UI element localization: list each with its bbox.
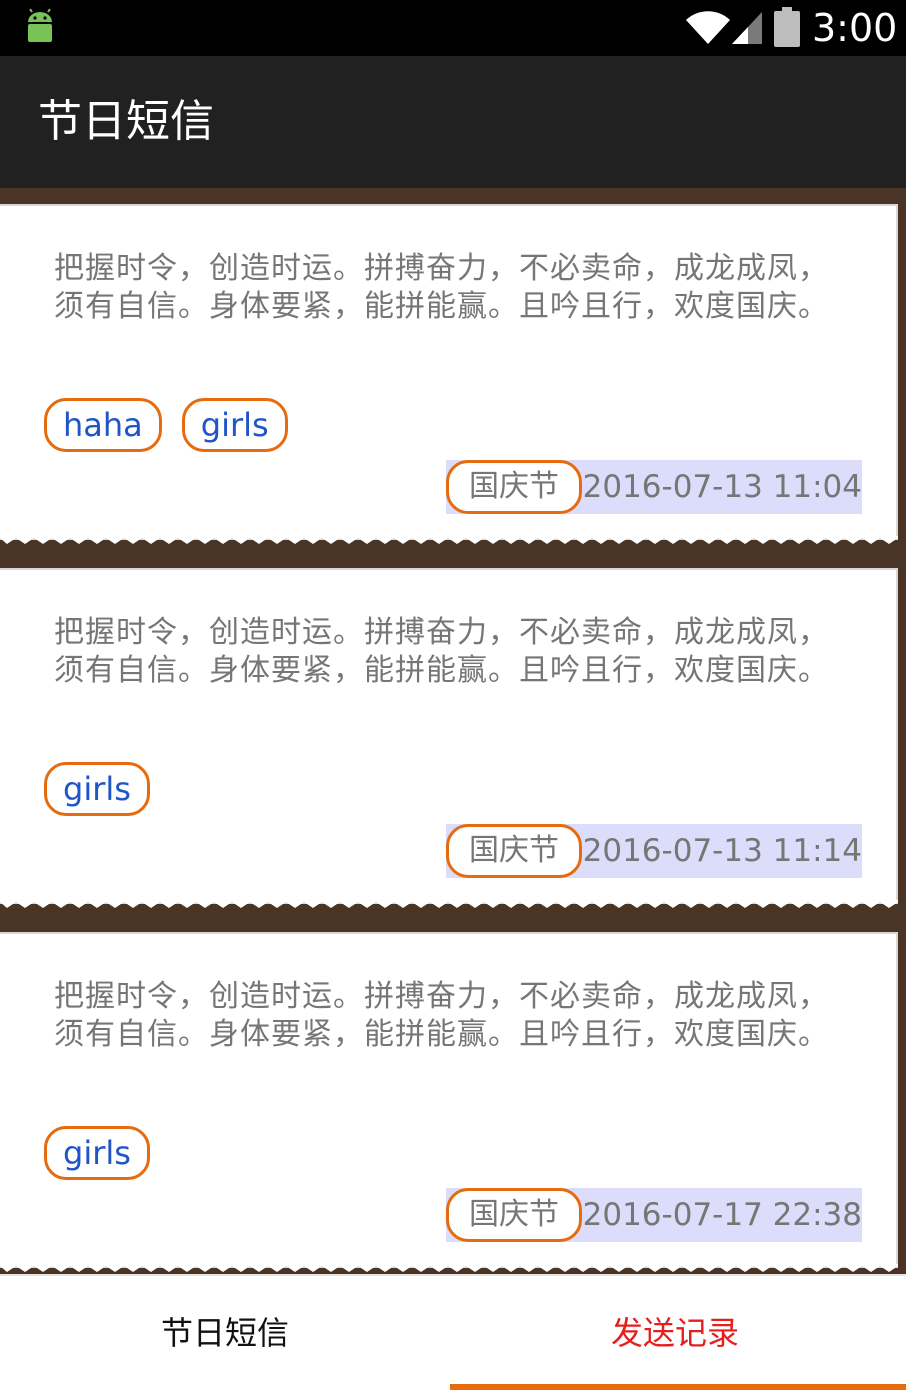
message-text: 把握时令，创造时运。拼搏奋力，不必卖命，成龙成凤，须有自信。身体要紧，能拼能赢。…: [54, 979, 829, 1052]
battery-icon: [774, 7, 800, 47]
tag-list: girls: [44, 762, 150, 816]
tag-chip[interactable]: girls: [44, 762, 150, 816]
category-badge: 国庆节: [446, 824, 582, 878]
zigzag-edge: [0, 900, 898, 908]
message-timestamp: 2016-07-13 11:04: [582, 469, 862, 505]
zigzag-edge: [0, 536, 898, 544]
bottom-tab-bar: 节日短信 发送记录: [0, 1274, 906, 1392]
tag-list: girls: [44, 1126, 150, 1180]
message-list[interactable]: 把握时令，创造时运。拼搏奋力，不必卖命，成龙成凤，须有自信。身体要紧，能拼能赢。…: [0, 188, 906, 1274]
tab-indicator: [450, 1384, 906, 1390]
tag-chip[interactable]: girls: [181, 398, 288, 452]
message-meta: 国庆节 2016-07-13 11:04: [446, 460, 862, 514]
signal-icon: [732, 12, 762, 44]
tag-list: haha girls: [44, 398, 288, 452]
message-meta: 国庆节 2016-07-13 11:14: [446, 824, 862, 878]
tab-send-history[interactable]: 发送记录: [450, 1276, 900, 1390]
wifi-icon: [686, 11, 730, 44]
message-card[interactable]: 把握时令，创造时运。拼搏奋力，不必卖命，成龙成凤，须有自信。身体要紧，能拼能赢。…: [0, 932, 898, 1272]
category-badge: 国庆节: [446, 460, 582, 514]
tag-chip[interactable]: girls: [44, 1126, 150, 1180]
tag-chip[interactable]: haha: [44, 398, 162, 452]
android-icon: [28, 8, 52, 42]
message-text: 把握时令，创造时运。拼搏奋力，不必卖命，成龙成凤，须有自信。身体要紧，能拼能赢。…: [54, 251, 829, 324]
message-text: 把握时令，创造时运。拼搏奋力，不必卖命，成龙成凤，须有自信。身体要紧，能拼能赢。…: [54, 615, 829, 688]
message-card[interactable]: 把握时令，创造时运。拼搏奋力，不必卖命，成龙成凤，须有自信。身体要紧，能拼能赢。…: [0, 568, 898, 908]
page-title: 节日短信: [38, 96, 214, 147]
message-meta: 国庆节 2016-07-17 22:38: [446, 1188, 862, 1242]
message-timestamp: 2016-07-13 11:14: [582, 833, 862, 869]
message-timestamp: 2016-07-17 22:38: [582, 1197, 862, 1233]
app-bar: 节日短信: [0, 56, 906, 188]
tab-holiday-sms[interactable]: 节日短信: [0, 1276, 450, 1390]
message-card[interactable]: 把握时令，创造时运。拼搏奋力，不必卖命，成龙成凤，须有自信。身体要紧，能拼能赢。…: [0, 204, 898, 544]
zigzag-edge: [0, 1264, 898, 1272]
category-badge: 国庆节: [446, 1188, 582, 1242]
status-bar: 3:00: [0, 0, 906, 56]
status-clock: 3:00: [812, 6, 898, 50]
